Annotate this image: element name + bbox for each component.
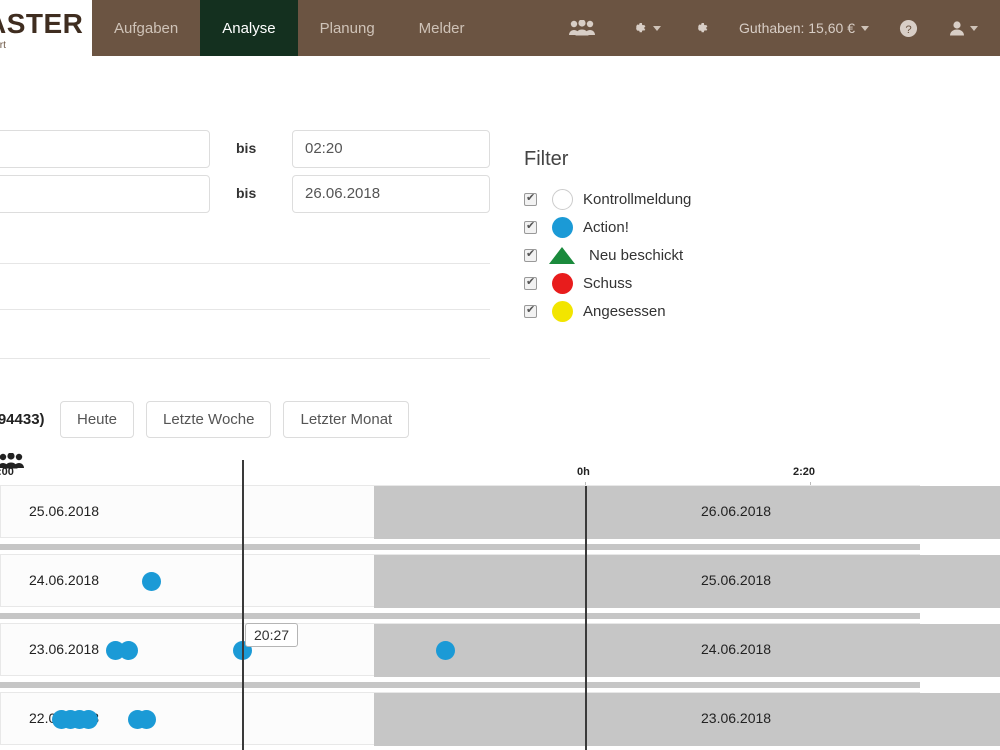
svg-text:?: ?	[905, 23, 911, 35]
tab-melder-label: Melder	[419, 20, 465, 37]
divider-top	[0, 263, 490, 264]
timeline-row-separator	[0, 544, 920, 550]
users-group-icon[interactable]	[549, 0, 615, 56]
filter-item-schuss[interactable]: Schuss	[524, 269, 824, 297]
timeline-row-track: 22.06.2018 23.06.2018	[0, 692, 920, 745]
activity-timeline-chart: :00 0h 2:20 25.06.2018 26.06.2018 24.06.…	[0, 460, 1000, 750]
quick-range-buttons: Heute Letzte Woche Letzter Monat	[60, 401, 409, 438]
axis-label-end: 2:20	[793, 466, 815, 478]
filter-label-neu-beschickt: Neu beschickt	[589, 247, 683, 264]
today-button[interactable]: Heute	[60, 401, 134, 438]
marker-triangle-green-icon	[548, 247, 576, 264]
tab-planung[interactable]: Planung	[298, 0, 397, 56]
filter-title: Filter	[524, 148, 824, 171]
filter-panel: Filter Kontrollmeldung Action! Neu besch…	[524, 148, 824, 325]
tab-aufgaben[interactable]: Aufgaben	[92, 0, 200, 56]
balance-label: Guthaben: 15,60 €	[739, 20, 855, 36]
tab-melder[interactable]: Melder	[397, 0, 487, 56]
filter-item-angesessen[interactable]: Angesessen	[524, 297, 824, 325]
filter-checkbox-schuss[interactable]	[524, 277, 537, 290]
night-shading-band	[374, 693, 1000, 746]
app-logo[interactable]: ASTER iert	[0, 0, 92, 56]
date-range-row: 19.06.2018 bis 26.06.2018	[0, 175, 490, 220]
timeline-row-separator	[0, 613, 920, 619]
timeline-cursor-line	[242, 460, 244, 750]
timeline-row-right-date: 24.06.2018	[701, 641, 771, 657]
timeline-event-marker[interactable]	[436, 641, 455, 660]
date-from-input[interactable]: 19.06.2018	[0, 175, 210, 213]
logo-wordmark: ASTER	[0, 8, 83, 40]
logo-subtitle: iert	[0, 40, 6, 51]
time-from-input[interactable]: 18:00	[0, 130, 210, 168]
night-shading-band	[374, 624, 1000, 677]
timeline-row-track: 25.06.2018 26.06.2018	[0, 485, 920, 538]
filter-checkbox-angesessen[interactable]	[524, 305, 537, 318]
timeline-row-left-date: 25.06.2018	[29, 503, 99, 519]
event-tooltip: 20:27	[245, 623, 298, 647]
filter-label-kontrollmeldung: Kontrollmeldung	[583, 191, 691, 208]
timeline-event-marker[interactable]	[79, 710, 98, 729]
time-to-input[interactable]: 02:20	[292, 130, 490, 168]
timeline-row-track: 23.06.2018 24.06.2018	[0, 623, 920, 676]
timeline-row-right-date: 25.06.2018	[701, 572, 771, 588]
balance-dropdown[interactable]: Guthaben: 15,60 €	[725, 20, 883, 36]
user-icon[interactable]	[934, 0, 1000, 56]
tab-aufgaben-label: Aufgaben	[114, 20, 178, 37]
marker-circle-white-icon	[548, 189, 576, 210]
night-shading-band	[374, 486, 1000, 539]
last-week-button[interactable]: Letzte Woche	[146, 401, 271, 438]
date-to-input[interactable]: 26.06.2018	[292, 175, 490, 213]
tab-analyse[interactable]: Analyse	[200, 0, 297, 56]
divider-middle	[0, 309, 490, 310]
date-range-form: 18:00 bis 02:20 19.06.2018 bis 26.06.201…	[0, 130, 490, 220]
filter-item-neu-beschickt[interactable]: Neu beschickt	[524, 241, 824, 269]
time-range-row: 18:00 bis 02:20	[0, 130, 490, 175]
top-navigation-bar: ASTER iert Aufgaben Analyse Planung Meld…	[0, 0, 1000, 56]
chevron-down-icon	[653, 26, 661, 31]
last-month-button[interactable]: Letzter Monat	[283, 401, 409, 438]
night-shading-band	[374, 555, 1000, 608]
timeline-event-marker[interactable]	[119, 641, 138, 660]
filter-checkbox-kontrollmeldung[interactable]	[524, 193, 537, 206]
help-circle-icon[interactable]: ?	[883, 0, 934, 56]
timeline-row-track: 24.06.2018 25.06.2018	[0, 554, 920, 607]
timeline-row-separator	[0, 682, 920, 688]
chevron-down-icon	[970, 26, 978, 31]
nav-right-group: Guthaben: 15,60 € ?	[549, 0, 1000, 56]
axis-label-start: :00	[0, 466, 14, 478]
gear-caret-icon[interactable]	[615, 0, 677, 56]
date-range-separator-label: bis	[236, 185, 256, 201]
marker-circle-yellow-icon	[548, 301, 576, 322]
timeline-event-marker[interactable]	[142, 572, 161, 591]
marker-circle-red-icon	[548, 273, 576, 294]
tab-planung-label: Planung	[320, 20, 375, 37]
timeline-event-marker[interactable]	[137, 710, 156, 729]
timeline-row-right-date: 23.06.2018	[701, 710, 771, 726]
axis-label-midnight: 0h	[577, 466, 590, 478]
chevron-down-icon	[861, 26, 869, 31]
filter-label-schuss: Schuss	[583, 275, 632, 292]
time-range-separator-label: bis	[236, 140, 256, 156]
filter-checkbox-action[interactable]	[524, 221, 537, 234]
tab-analyse-label: Analyse	[222, 20, 275, 37]
filter-item-action[interactable]: Action!	[524, 213, 824, 241]
divider-bottom	[0, 358, 490, 359]
filter-label-action: Action!	[583, 219, 629, 236]
filter-item-kontrollmeldung[interactable]: Kontrollmeldung	[524, 185, 824, 213]
filter-checkbox-neu-beschickt[interactable]	[524, 249, 537, 262]
gear-icon[interactable]	[677, 0, 725, 56]
timeline-row-right-date: 26.06.2018	[701, 503, 771, 519]
timeline-row-left-date: 24.06.2018	[29, 572, 99, 588]
site-name-label: Sumpfgrube (494433)	[0, 411, 45, 428]
marker-circle-blue-icon	[548, 217, 576, 238]
timeline-row-left-date: 23.06.2018	[29, 641, 99, 657]
timeline-midnight-line	[585, 486, 587, 750]
filter-label-angesessen: Angesessen	[583, 303, 666, 320]
